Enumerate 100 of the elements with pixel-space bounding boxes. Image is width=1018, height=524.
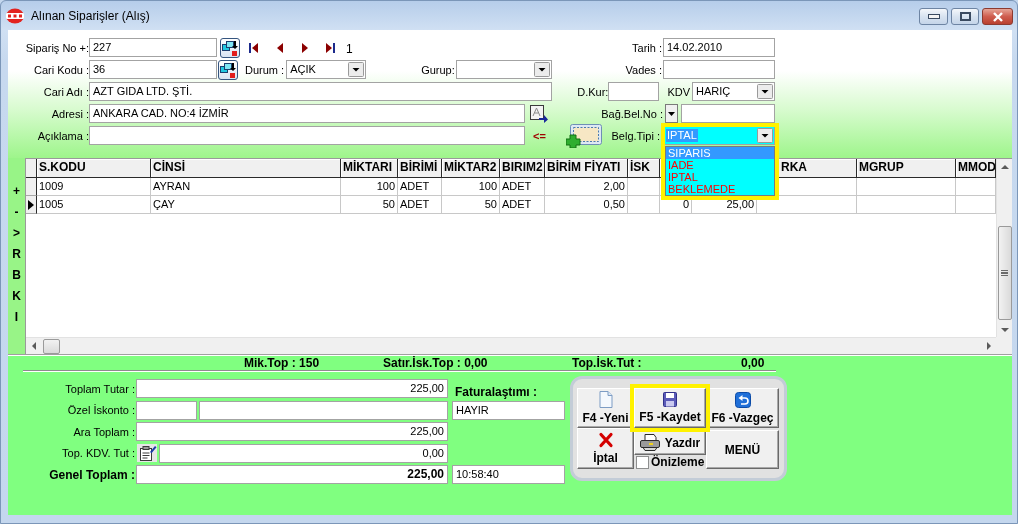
window-title: Alınan Siparişler (Alış) (31, 9, 150, 23)
undo-icon (734, 391, 751, 408)
caret-icon[interactable] (533, 62, 550, 77)
column-header[interactable]: CİNSİ (151, 159, 341, 178)
side-toolbar-button[interactable]: + (9, 180, 24, 201)
minimize-icon (927, 14, 940, 19)
table-cell: 1009 (37, 178, 151, 196)
clipboard-icon[interactable] (137, 444, 157, 462)
discount-amount-field[interactable] (199, 400, 448, 420)
table-cell: 1005 (37, 196, 151, 214)
table-cell: 0,50 (545, 196, 628, 214)
arrow-link[interactable]: <= (533, 129, 546, 142)
menu-button[interactable]: MENÜ (706, 430, 779, 469)
table-cell (628, 196, 660, 214)
customer-name-field[interactable]: AZT GIDA LTD. ŞTİ. (89, 82, 552, 101)
side-toolbar-button[interactable]: K (9, 285, 24, 306)
table-cell: ADET (398, 178, 442, 196)
minimize-button[interactable] (919, 8, 948, 25)
field-label: Durum : (245, 63, 285, 76)
column-header[interactable]: İSK (628, 159, 660, 178)
scroll-thumb[interactable] (43, 338, 60, 354)
last-record-icon[interactable] (323, 41, 336, 54)
column-header[interactable]: BIRIM2 (500, 159, 545, 178)
exchange-rate-field[interactable] (608, 82, 660, 101)
row-pointer-icon (28, 199, 34, 210)
status-dropdown[interactable]: AÇIK (286, 60, 367, 79)
column-header[interactable]: MİKTAR2 (442, 159, 500, 178)
table-cell: ADET (500, 178, 545, 196)
due-date-field[interactable] (663, 60, 775, 79)
field-label: Cari Kodu : (32, 63, 89, 76)
field-label: Bağ.Bel.No : (601, 107, 663, 120)
time-field[interactable]: 10:58:40 (452, 465, 565, 484)
page-icon (598, 391, 613, 408)
side-toolbar-button[interactable]: B (9, 264, 24, 285)
customer-code-field[interactable]: 36 (89, 60, 217, 79)
save-button[interactable]: F5 -Kaydet (634, 388, 706, 428)
linked-doc-field[interactable] (681, 104, 775, 123)
print-button[interactable]: Yazdır (634, 430, 706, 455)
order-no-field[interactable]: 227 (89, 38, 217, 57)
preview-label[interactable]: Önizleme (651, 455, 705, 469)
side-toolbar-button[interactable]: - (9, 201, 24, 222)
subtotal-field[interactable]: 225,00 (136, 422, 448, 441)
caret-icon[interactable] (757, 84, 773, 99)
cross-icon (597, 432, 614, 448)
table-cell: 50 (341, 196, 398, 214)
field-label: Açıklama : (36, 129, 89, 142)
field-label: Vades : (625, 63, 662, 76)
field-label: Ara Toplam : (72, 425, 136, 438)
caret-icon[interactable] (348, 62, 365, 77)
summary-text: Satır.İsk.Top : 0,00 (383, 356, 489, 370)
linked-doc-dropdown-button[interactable] (665, 104, 678, 123)
column-header[interactable]: S.KODU (37, 159, 151, 178)
caret-icon (668, 111, 675, 116)
scroll-thumb[interactable] (997, 226, 1012, 320)
field-label: D.Kur: (577, 85, 609, 98)
caret-icon[interactable] (757, 128, 773, 143)
side-toolbar-button[interactable]: R (9, 243, 24, 264)
column-header[interactable]: MİKTARI (341, 159, 398, 178)
total-amount-field[interactable]: 225,00 (136, 379, 448, 398)
description-field[interactable] (89, 126, 525, 145)
field-label: KDV (667, 85, 690, 98)
lookup-button[interactable] (220, 37, 240, 58)
card-plus-icon[interactable] (566, 123, 603, 148)
row-indicator-cell[interactable] (26, 178, 37, 196)
app-logo-icon (5, 8, 25, 24)
first-record-icon[interactable] (248, 41, 261, 54)
column-header[interactable]: MMOD (956, 159, 996, 178)
table-cell: 25,00 (692, 196, 757, 214)
document-arrow-icon[interactable] (530, 104, 548, 123)
column-header[interactable]: BİRİM FİYATI (545, 159, 628, 178)
column-header[interactable]: BİRİMİ (398, 159, 442, 178)
vat-total-field[interactable]: 0,00 (159, 443, 448, 463)
windows-arrow-icon (220, 61, 236, 78)
address-field[interactable]: ANKARA CAD. NO:4 İZMİR (89, 104, 525, 123)
column-header[interactable]: MGRUP (857, 159, 956, 178)
grand-total-field[interactable]: 225,00 (136, 465, 448, 484)
delete-button[interactable]: İptal (577, 428, 634, 469)
preview-checkbox[interactable] (636, 455, 649, 469)
row-indicator-cell[interactable] (26, 196, 37, 214)
discount-rate-field[interactable] (136, 400, 197, 420)
summary-text: Mik.Top : 150 (244, 356, 321, 370)
vat-dropdown[interactable]: HARIÇ (692, 82, 775, 101)
table-cell: ADET (500, 196, 545, 214)
invoiced-field[interactable]: HAYIR (452, 400, 565, 420)
date-field[interactable]: 14.02.2010 (663, 38, 775, 57)
table-cell: 50 (442, 196, 500, 214)
field-label: Toplam Tutar : (64, 382, 136, 395)
side-toolbar-button[interactable]: I (9, 306, 24, 327)
field-label: Gurup: (421, 63, 455, 76)
close-button[interactable] (982, 8, 1013, 25)
corner-header-cell (26, 159, 37, 178)
lookup-button[interactable] (218, 59, 238, 80)
field-label: Sipariş No +: (24, 41, 89, 54)
table-cell (628, 178, 660, 196)
field-label: Genel Toplam : (48, 467, 136, 482)
summary-label: Top.İsk.Tut : (572, 356, 643, 370)
maximize-button[interactable] (951, 8, 979, 25)
table-cell: ÇAY (151, 196, 341, 214)
maximize-icon (959, 12, 971, 21)
side-toolbar-button[interactable]: > (9, 222, 24, 243)
